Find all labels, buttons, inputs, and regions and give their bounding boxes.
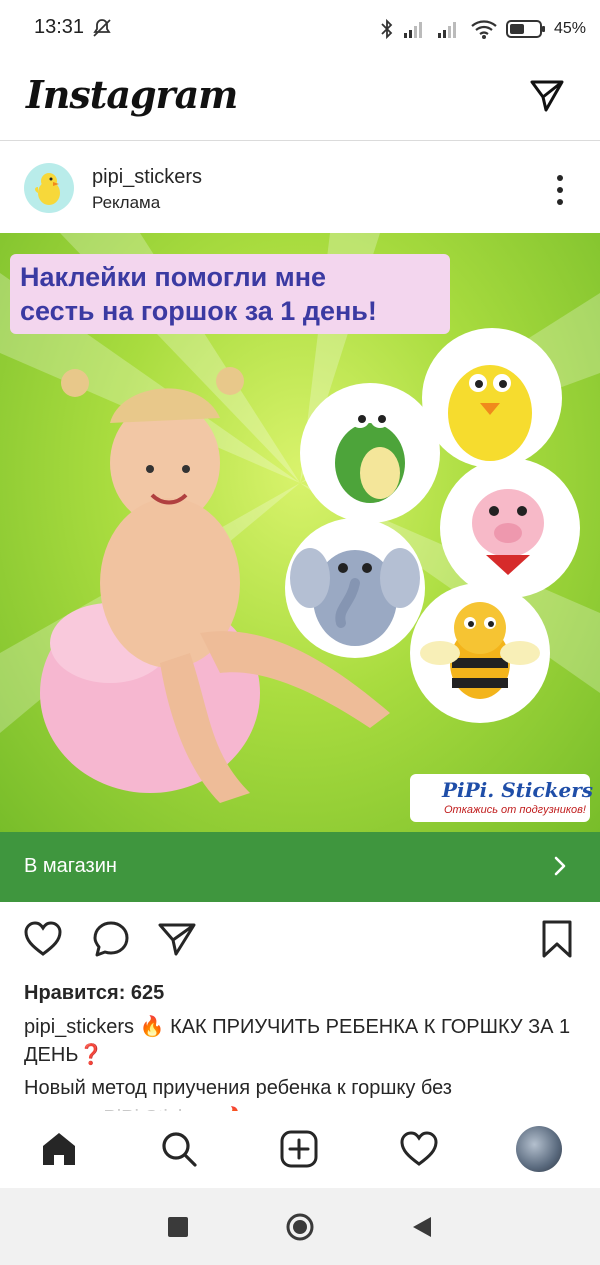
signal-icon xyxy=(403,22,422,38)
more-options-icon[interactable] xyxy=(548,172,572,208)
bluetooth-icon xyxy=(381,18,393,40)
back-icon[interactable] xyxy=(407,1212,437,1242)
search-icon[interactable] xyxy=(158,1128,200,1170)
sponsored-label: Реклама xyxy=(92,193,161,212)
activity-heart-icon[interactable] xyxy=(398,1128,440,1170)
status-time: 13:31 xyxy=(34,16,85,38)
post-avatar[interactable] xyxy=(24,163,74,213)
brand-tagline: Откажись от подгузников! xyxy=(444,804,586,816)
recent-apps-icon[interactable] xyxy=(163,1212,193,1242)
caption-username[interactable]: pipi_stickers xyxy=(24,1016,134,1038)
chevron-right-icon[interactable] xyxy=(548,854,572,878)
battery-icon xyxy=(505,20,545,38)
like-heart-icon[interactable] xyxy=(22,918,64,960)
battery-percent: 45% xyxy=(553,20,586,37)
home-button-icon[interactable] xyxy=(285,1212,315,1242)
post-username[interactable]: pipi_stickers xyxy=(92,166,202,189)
new-post-icon[interactable] xyxy=(278,1128,320,1170)
caption-more-faded: наклеек PiPi.Stickers 🔥 xyxy=(24,1103,584,1111)
comment-icon[interactable] xyxy=(90,918,132,960)
shop-cta-label[interactable]: В магазин xyxy=(24,855,117,878)
caption-more[interactable]: Новый метод приучения ребенка к горшку б… xyxy=(24,1073,584,1111)
chick-avatar-icon xyxy=(35,173,60,205)
ad-headline: Наклейки помогли мне сесть на горшок за … xyxy=(10,254,450,334)
caption: pipi_stickers 🔥 КАК ПРИУЧИТЬ РЕБЕНКА К Г… xyxy=(24,1013,584,1069)
ad-headline-line1: Наклейки помогли мне xyxy=(20,262,327,292)
likes-count[interactable]: Нравится: 625 xyxy=(24,982,164,1005)
instagram-logo[interactable]: Instagram xyxy=(26,72,238,117)
ad-headline-line2: сесть на горшок за 1 день! xyxy=(20,296,377,326)
brand-name: PiPi. Stickers xyxy=(442,778,594,802)
share-icon[interactable] xyxy=(156,918,198,960)
bookmark-icon[interactable] xyxy=(536,918,578,960)
caption-more-text: Новый метод приучения ребенка к горшку б… xyxy=(24,1077,452,1099)
mute-icon xyxy=(93,19,111,37)
profile-avatar[interactable] xyxy=(516,1126,562,1172)
home-icon[interactable] xyxy=(38,1128,80,1170)
wifi-icon xyxy=(471,20,497,39)
status-icons: 45% xyxy=(380,14,586,44)
signal-icon xyxy=(437,22,456,38)
direct-message-icon[interactable] xyxy=(528,76,566,114)
